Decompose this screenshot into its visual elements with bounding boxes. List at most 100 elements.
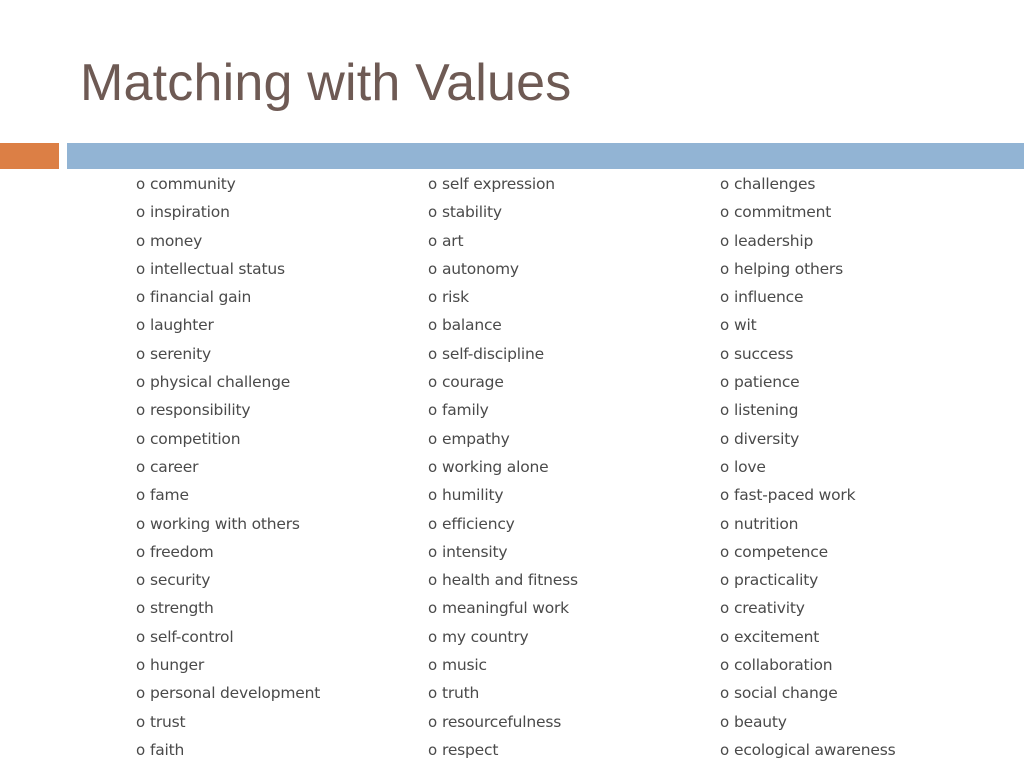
- value-label: patience: [733, 373, 800, 392]
- value-list-item: o faith: [136, 736, 320, 764]
- bullet-circle-icon: o: [136, 203, 145, 222]
- value-list-item: o personal development: [136, 679, 320, 707]
- bullet-circle-icon: o: [428, 259, 437, 278]
- bullet-circle-icon: o: [136, 684, 145, 703]
- value-label: intellectual status: [149, 259, 285, 278]
- value-label: competition: [149, 429, 241, 448]
- value-label: meaningful work: [441, 599, 569, 618]
- value-label: self-discipline: [441, 344, 544, 363]
- bullet-circle-icon: o: [136, 486, 145, 505]
- value-list-item: o truth: [428, 679, 578, 707]
- bullet-circle-icon: o: [136, 259, 145, 278]
- bullet-circle-icon: o: [136, 231, 145, 250]
- value-list-item: o love: [720, 453, 895, 481]
- value-list-item: o inspiration: [136, 198, 320, 226]
- bullet-circle-icon: o: [136, 344, 145, 363]
- value-list-item: o self-control: [136, 623, 320, 651]
- bullet-circle-icon: o: [136, 656, 145, 675]
- value-label: diversity: [733, 429, 800, 448]
- value-label: community: [149, 175, 236, 193]
- bullet-circle-icon: o: [428, 429, 437, 448]
- bullet-circle-icon: o: [136, 288, 145, 307]
- bullet-circle-icon: o: [428, 514, 437, 533]
- value-label: collaboration: [733, 656, 833, 675]
- value-list-item: o efficiency: [428, 510, 578, 538]
- value-list-item: o health and fitness: [428, 566, 578, 594]
- value-list-item: o courage: [428, 368, 578, 396]
- bullet-circle-icon: o: [136, 571, 145, 590]
- value-list-item: o balance: [428, 311, 578, 339]
- value-label: nutrition: [733, 514, 799, 533]
- value-label: trust: [149, 712, 186, 731]
- value-label: competence: [733, 542, 828, 561]
- bullet-circle-icon: o: [428, 486, 437, 505]
- value-label: physical challenge: [149, 373, 291, 392]
- bullet-circle-icon: o: [720, 175, 729, 193]
- value-label: freedom: [149, 542, 214, 561]
- bullet-circle-icon: o: [428, 344, 437, 363]
- value-label: helping others: [733, 259, 843, 278]
- value-list-item: o music: [428, 651, 578, 679]
- value-list-item: o risk: [428, 283, 578, 311]
- value-list-item: o excitement: [720, 623, 895, 651]
- value-list-item: o practicality: [720, 566, 895, 594]
- bullet-circle-icon: o: [136, 457, 145, 476]
- value-label: humility: [441, 486, 504, 505]
- value-list-item: o self expression: [428, 170, 578, 198]
- value-label: resourcefulness: [441, 712, 562, 731]
- value-list-item: o physical challenge: [136, 368, 320, 396]
- value-label: balance: [441, 316, 502, 335]
- value-label: commitment: [733, 203, 832, 222]
- bullet-circle-icon: o: [720, 316, 729, 335]
- value-list-item: o fast-paced work: [720, 481, 895, 509]
- value-list-item: o nutrition: [720, 510, 895, 538]
- value-label: security: [149, 571, 211, 590]
- value-label: self expression: [441, 175, 555, 193]
- value-list-item: o competition: [136, 425, 320, 453]
- value-label: fame: [149, 486, 189, 505]
- value-list-item: o creativity: [720, 594, 895, 622]
- value-label: art: [441, 231, 464, 250]
- value-label: leadership: [733, 231, 814, 250]
- value-label: family: [441, 401, 489, 420]
- bullet-circle-icon: o: [136, 599, 145, 618]
- value-label: health and fitness: [441, 571, 578, 590]
- bullet-circle-icon: o: [136, 627, 145, 646]
- value-label: hunger: [149, 656, 205, 675]
- value-label: financial gain: [149, 288, 252, 307]
- value-list-item: o patience: [720, 368, 895, 396]
- value-label: excitement: [733, 627, 820, 646]
- bullet-circle-icon: o: [136, 401, 145, 420]
- value-label: responsibility: [149, 401, 251, 420]
- value-label: personal development: [149, 684, 321, 703]
- value-list-item: o family: [428, 396, 578, 424]
- value-label: working alone: [441, 457, 549, 476]
- bullet-circle-icon: o: [720, 571, 729, 590]
- value-list-item: o responsibility: [136, 396, 320, 424]
- bullet-circle-icon: o: [720, 457, 729, 476]
- bullet-circle-icon: o: [720, 627, 729, 646]
- value-label: intensity: [441, 542, 508, 561]
- value-label: listening: [733, 401, 799, 420]
- value-list-item: o trust: [136, 708, 320, 736]
- value-label: success: [733, 344, 794, 363]
- bullet-circle-icon: o: [428, 571, 437, 590]
- bullet-circle-icon: o: [136, 175, 145, 193]
- value-list-item: o resourcefulness: [428, 708, 578, 736]
- value-list-item: o my country: [428, 623, 578, 651]
- value-list-item: o hunger: [136, 651, 320, 679]
- value-list-item: o autonomy: [428, 255, 578, 283]
- value-list-item: o listening: [720, 396, 895, 424]
- bullet-circle-icon: o: [136, 316, 145, 335]
- value-list-item: o stability: [428, 198, 578, 226]
- value-label: serenity: [149, 344, 211, 363]
- value-label: creativity: [733, 599, 805, 618]
- value-label: challenges: [733, 175, 816, 193]
- value-list-item: o humility: [428, 481, 578, 509]
- bullet-circle-icon: o: [720, 486, 729, 505]
- value-list-item: o competence: [720, 538, 895, 566]
- value-list-item: o financial gain: [136, 283, 320, 311]
- value-label: influence: [733, 288, 804, 307]
- value-list-item: o intensity: [428, 538, 578, 566]
- values-column-2: o self expression o stability o art o autonomy o…: [428, 170, 578, 764]
